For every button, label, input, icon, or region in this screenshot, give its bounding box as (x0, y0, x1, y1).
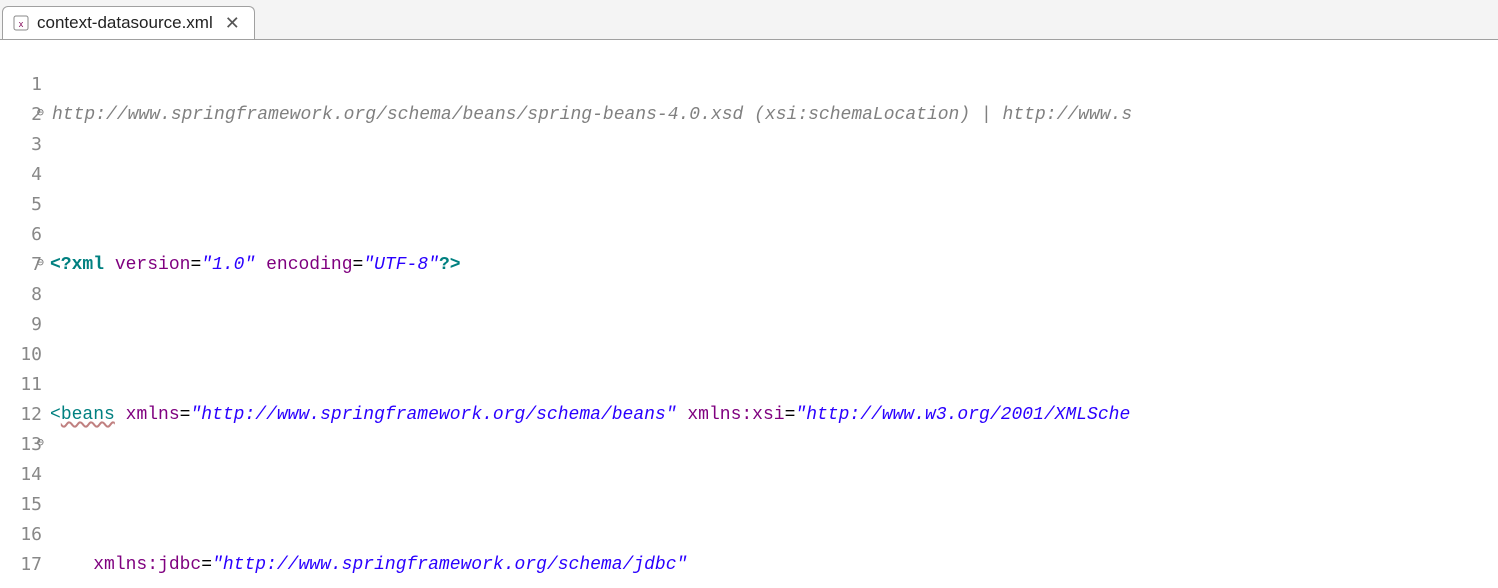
line-number: 6 (0, 220, 42, 250)
code-line: <beans xmlns="http://www.springframework… (50, 400, 1498, 430)
line-number: 5 (0, 190, 42, 220)
line-number: 3 (0, 130, 42, 160)
line-number: 2⊖ (0, 100, 42, 130)
line-number: 8 (0, 280, 42, 310)
line-number: 4 (0, 160, 42, 190)
breadcrumb[interactable]: http://www.springframework.org/schema/be… (50, 100, 1498, 130)
code-area[interactable]: http://www.springframework.org/schema/be… (48, 40, 1498, 588)
close-icon[interactable]: ✕ (221, 13, 244, 34)
fold-toggle-icon[interactable]: ⊖ (30, 256, 44, 270)
line-number: 1 (0, 70, 42, 100)
code-line: <?xml version="1.0" encoding="UTF-8"?> (50, 250, 1498, 280)
xml-file-icon: x (13, 15, 29, 31)
line-number: 11 (0, 370, 42, 400)
line-number: 7⊖ (0, 250, 42, 280)
editor-area[interactable]: 1 2⊖ 3 4 5 6 7⊖ 8 9 10 11 12 13⊖ 14 15 1… (0, 40, 1498, 588)
line-number: 14 (0, 460, 42, 490)
line-number: 9 (0, 310, 42, 340)
gutter-spacer (0, 40, 42, 70)
line-number: 15 (0, 490, 42, 520)
line-number: 10 (0, 340, 42, 370)
svg-text:x: x (19, 19, 24, 29)
line-number: 13⊖ (0, 430, 42, 460)
line-number: 17 (0, 550, 42, 580)
file-tab-label: context-datasource.xml (37, 13, 213, 33)
fold-toggle-icon[interactable]: ⊖ (30, 436, 44, 450)
fold-toggle-icon[interactable]: ⊖ (30, 106, 44, 120)
line-number: 16 (0, 520, 42, 550)
code-line: xmlns:jdbc="http://www.springframework.o… (50, 550, 1498, 580)
file-tab[interactable]: x context-datasource.xml ✕ (2, 6, 255, 39)
tab-bar: x context-datasource.xml ✕ (0, 0, 1498, 40)
line-number: 12 (0, 400, 42, 430)
line-number-gutter: 1 2⊖ 3 4 5 6 7⊖ 8 9 10 11 12 13⊖ 14 15 1… (0, 40, 48, 588)
